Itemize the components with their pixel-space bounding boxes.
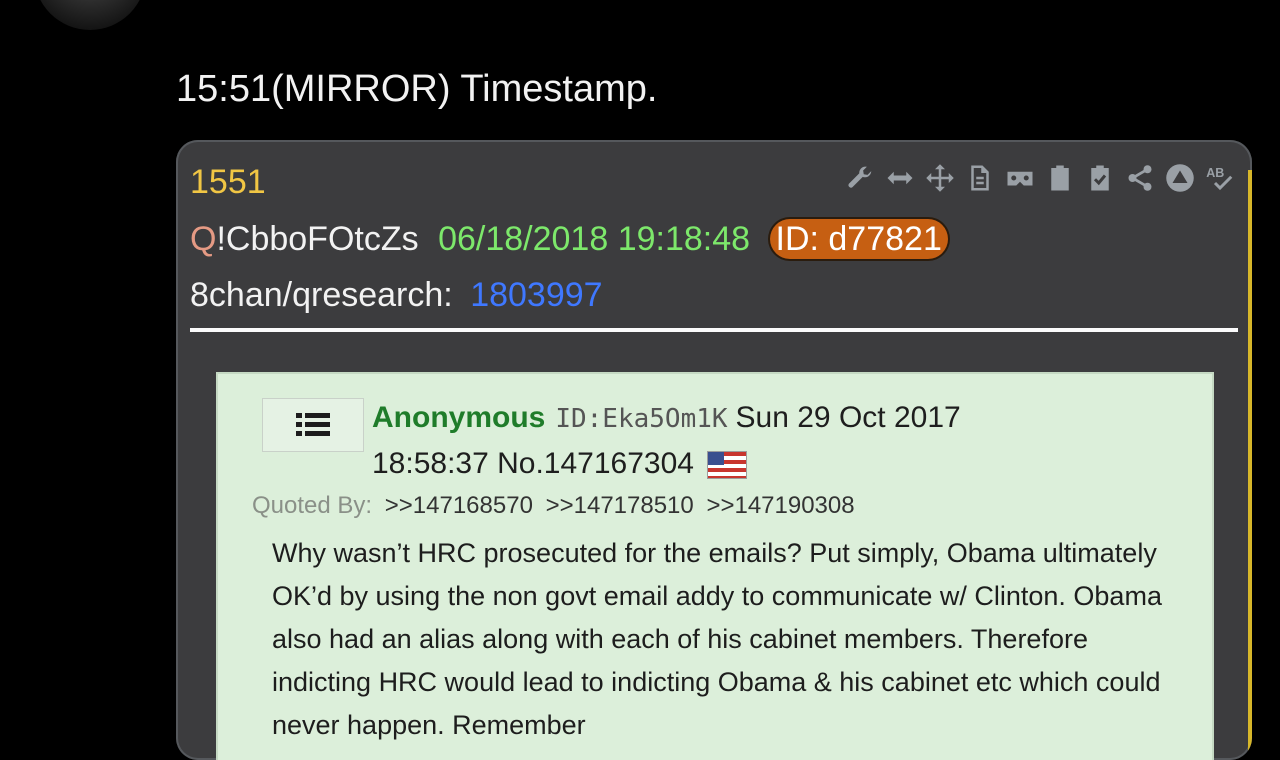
clipboard-icon[interactable] <box>1044 158 1076 198</box>
vr-icon[interactable] <box>1004 158 1036 198</box>
quote-ref-link[interactable]: >>147178510 <box>546 492 694 519</box>
arrows-horizontal-icon[interactable] <box>884 158 916 198</box>
poster-name: Anonymous <box>372 401 546 434</box>
quoted-post: Anonymous ID:Eka5Om1K Sun 29 Oct 2017 18:5… <box>216 372 1214 760</box>
tripcode: !CbboFOtcZs <box>216 220 419 258</box>
quoted-by: Quoted By: >>147168570 >>147178510 >>147… <box>252 490 855 522</box>
share-icon[interactable] <box>1124 158 1156 198</box>
board-name: 8chan/qresearch: <box>190 276 453 314</box>
post-card: 1551 AB Q!CbboFOtcZs 06/18/2018 19:18:48… <box>176 140 1252 760</box>
post-date: Sun 29 Oct 2017 <box>735 401 961 434</box>
warning-icon[interactable] <box>1164 158 1196 198</box>
quoted-by-label: Quoted By: <box>252 492 373 519</box>
quote-header: Anonymous ID:Eka5Om1K Sun 29 Oct 2017 <box>372 398 961 439</box>
wrench-icon[interactable] <box>844 158 876 198</box>
quote-header-line2: 18:58:37 No.147167304 <box>372 444 746 484</box>
us-flag-icon <box>707 452 746 479</box>
post-time-number[interactable]: 18:58:37 No.147167304 <box>372 447 694 480</box>
post-number: 1551 <box>190 163 266 201</box>
document-icon[interactable] <box>964 158 996 198</box>
list-icon <box>296 413 330 436</box>
quote-ref-link[interactable]: >>147168570 <box>385 492 533 519</box>
post-toolbar: AB <box>844 158 1236 198</box>
clipboard-check-icon[interactable] <box>1084 158 1116 198</box>
thread-link[interactable]: 1803997 <box>470 276 602 314</box>
poster-id[interactable]: ID:Eka5Om1K <box>555 404 727 434</box>
tweet-text: 15:51(MIRROR) Timestamp. <box>176 68 658 110</box>
card-accent-edge <box>1248 170 1252 760</box>
spellcheck-icon[interactable]: AB <box>1204 158 1236 198</box>
quote-ref-link[interactable]: >>147190308 <box>706 492 854 519</box>
post-body: Why wasn’t HRC prosecuted for the emails… <box>272 538 1162 740</box>
post-menu-button[interactable] <box>262 398 364 452</box>
post-timestamp: 06/18/2018 19:18:48 <box>438 220 751 258</box>
board-line: 8chan/qresearch: 1803997 <box>190 274 603 316</box>
id-badge[interactable]: ID: d77821 <box>769 219 948 259</box>
move-icon[interactable] <box>924 158 956 198</box>
tripcode-q: Q <box>190 220 217 258</box>
divider <box>190 328 1238 332</box>
post-meta: Q!CbboFOtcZs 06/18/2018 19:18:48 ID: d77… <box>190 218 948 260</box>
svg-text:AB: AB <box>1206 166 1224 180</box>
avatar[interactable] <box>34 0 146 30</box>
